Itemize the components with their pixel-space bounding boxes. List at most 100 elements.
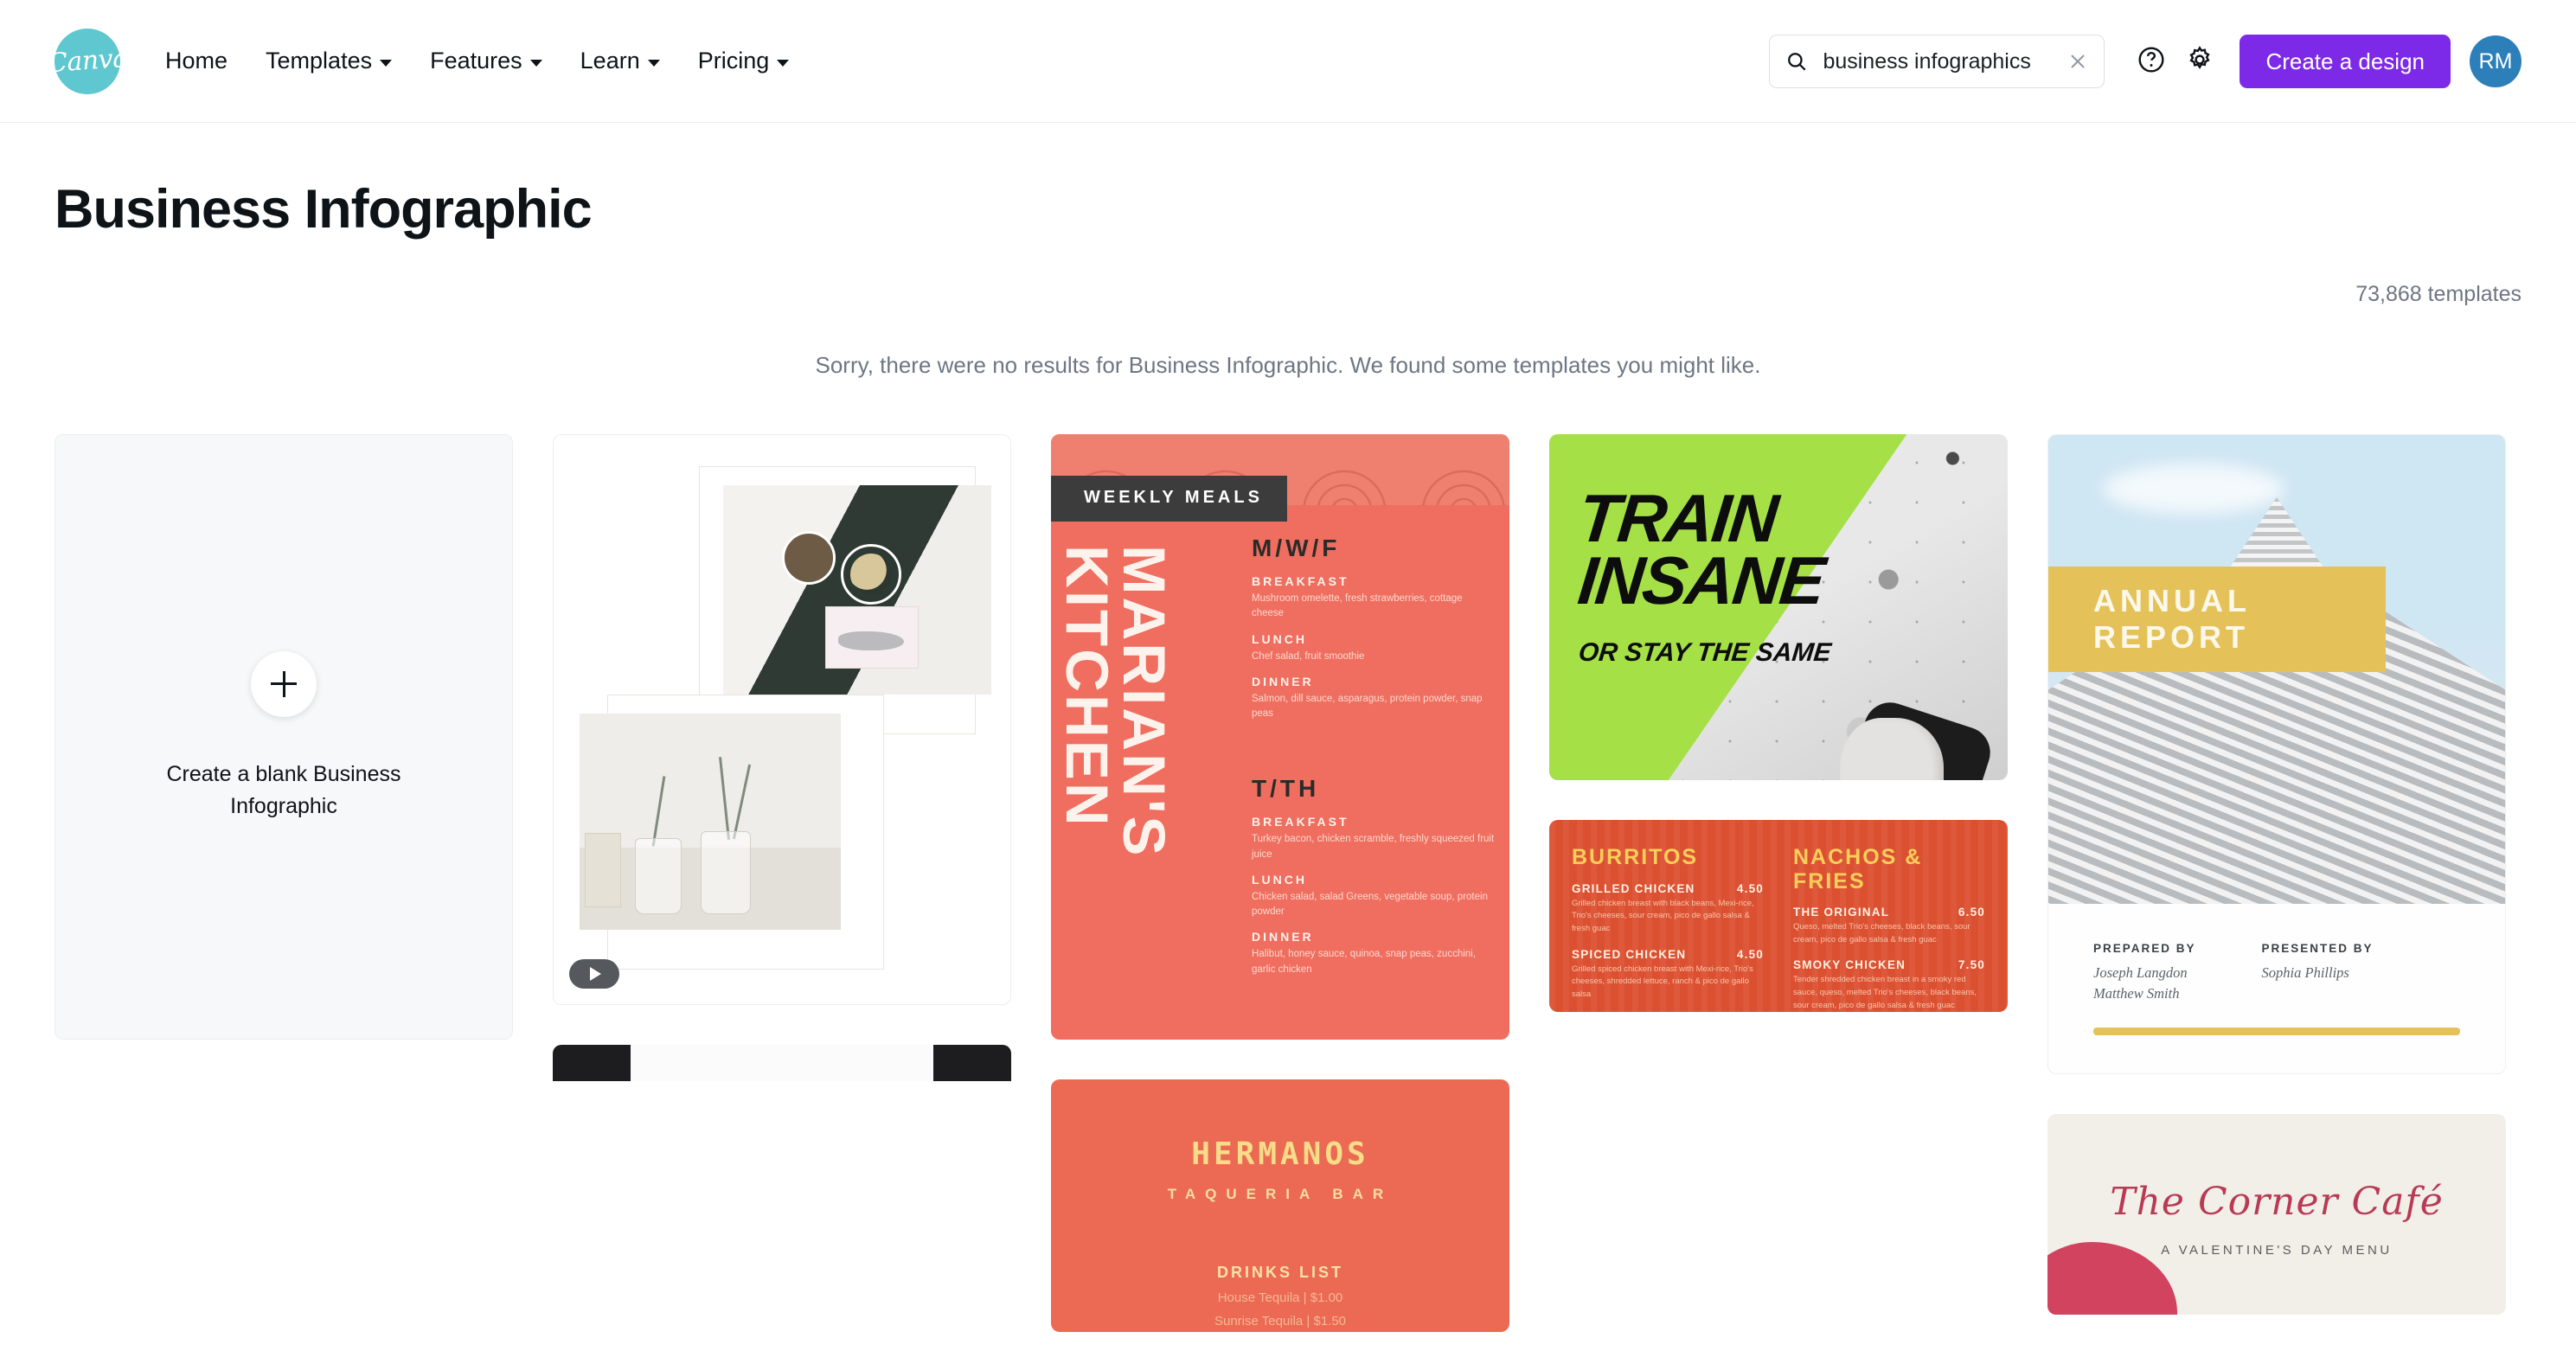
gear-icon — [2185, 45, 2214, 79]
help-button[interactable] — [2127, 37, 2176, 86]
meal-day-label: T/TH — [1252, 775, 1320, 803]
collage-photo-vases — [580, 714, 841, 930]
train-insane-headline: TRAIN INSANE OR STAY THE SAME — [1574, 480, 1832, 668]
search-box[interactable]: business infographics — [1769, 35, 2105, 88]
prepared-by-label: PREPARED BY — [2093, 942, 2196, 955]
no-results-message: Sorry, there were no results for Busines… — [815, 352, 1761, 378]
meal-day-label: M/W/F — [1252, 535, 1341, 561]
template-card-corner-cafe[interactable]: The Corner Café A VALENTINE'S DAY MENU — [2047, 1114, 2506, 1315]
corner-cafe-title: The Corner Café — [2110, 1180, 2444, 1224]
meal-course-label: LUNCH — [1252, 631, 1307, 646]
menu-heading: BURRITOS — [1572, 845, 1699, 869]
weekly-meals-schedule: M/W/F BREAKFAST Mushroom omelette, fresh… — [1252, 535, 1496, 977]
photo-cloud — [2103, 463, 2285, 514]
template-card-annual-report[interactable]: ANNUAL REPORT PREPARED BY Joseph Langdon… — [2047, 434, 2506, 1074]
chevron-down-icon — [647, 59, 660, 67]
meal-course-desc: Salmon, dill sauce, asparagus, protein p… — [1252, 693, 1483, 719]
weekly-meals-brand: MARIAN'S KITCHEN — [1053, 545, 1177, 859]
photo-book — [585, 833, 621, 907]
menu-columns: BURRITOS GRILLED CHICKEN 4.50 Grilled ch… — [1572, 845, 1985, 1012]
menu-item-desc: Grilled spiced chicken breast with Mexi-… — [1572, 964, 1753, 1000]
headline-line-1: TRAIN — [1574, 480, 1781, 556]
template-card-hermanos[interactable]: HERMANOS TAQUERIA BAR DRINKS LIST House … — [1051, 1079, 1509, 1332]
nav-item-label: Templates — [266, 48, 373, 74]
menu-item-row: SPICED CHICKEN 4.50 — [1572, 948, 1764, 961]
photo-stem — [718, 757, 731, 840]
page-body: Business Infographic 73,868 templates So… — [0, 178, 2576, 1332]
photo-note-card — [824, 606, 919, 669]
create-blank-label: Create a blank Business Infographic — [166, 761, 401, 819]
close-icon[interactable] — [2067, 51, 2088, 72]
nav-item-features[interactable]: Features — [411, 39, 561, 83]
template-card-moodboard[interactable] — [553, 434, 1011, 1005]
prepared-by-block: PREPARED BY Joseph Langdon Matthew Smith — [2093, 942, 2196, 1004]
hermanos-title: HERMANOS — [1191, 1137, 1369, 1172]
meal-course-desc: Mushroom omelette, fresh strawberries, c… — [1252, 593, 1463, 619]
meal-course-label: DINNER — [1252, 674, 1314, 688]
nav-item-pricing[interactable]: Pricing — [679, 39, 809, 83]
main-nav: Home Templates Features Learn Pricing — [146, 39, 808, 83]
headline-line-2: INSANE — [1574, 541, 1828, 618]
photo-jar — [701, 831, 751, 914]
menu-item-name: SMOKY CHICKEN — [1793, 958, 1906, 972]
nav-item-label: Learn — [580, 48, 640, 74]
page-title: Business Infographic — [54, 179, 593, 240]
template-count: 73,868 templates — [2355, 282, 2522, 306]
annual-report-banner: ANNUAL REPORT — [2048, 567, 2386, 672]
menu-heading: NACHOS & FRIES — [1793, 845, 1923, 893]
canva-logo-text: Canva — [46, 42, 129, 80]
avatar[interactable]: RM — [2470, 35, 2522, 87]
meal-course-label: BREAKFAST — [1252, 815, 1349, 829]
chevron-down-icon — [529, 59, 542, 67]
annual-report-footer: PREPARED BY Joseph Langdon Matthew Smith… — [2048, 904, 2505, 1073]
hermanos-drink-item: House Tequila | $1.00 — [1217, 1290, 1343, 1305]
menu-item-row: GRILLED CHICKEN 4.50 — [1572, 882, 1764, 895]
search-input[interactable]: business infographics — [1823, 49, 2067, 74]
meal-course-label: LUNCH — [1252, 872, 1307, 887]
template-card-mexican-menu[interactable]: BURRITOS GRILLED CHICKEN 4.50 Grilled ch… — [1549, 820, 2008, 1012]
chevron-down-icon — [380, 59, 393, 67]
create-a-design-button[interactable]: Create a design — [2240, 35, 2451, 88]
dark-card-notch — [631, 1045, 933, 1081]
menu-item-desc: Queso, melted Trio's cheeses, black bean… — [1793, 922, 1970, 944]
photo-stem — [651, 776, 666, 847]
settings-button[interactable] — [2176, 37, 2224, 86]
photo-stem — [732, 764, 752, 840]
photo-jar — [635, 838, 682, 914]
nav-item-learn[interactable]: Learn — [561, 39, 679, 83]
meal-course-desc: Halibut, honey sauce, quinoa, snap peas,… — [1252, 949, 1476, 975]
play-icon — [590, 967, 601, 981]
question-circle-icon — [2137, 45, 2166, 79]
canva-logo[interactable]: Canva — [47, 28, 128, 94]
meal-course-label: DINNER — [1252, 930, 1314, 944]
photo-bowl — [841, 543, 902, 605]
prepared-by-names: Joseph Langdon Matthew Smith — [2093, 964, 2188, 1002]
app-header: Canva Home Templates Features Learn Pric… — [0, 0, 2576, 123]
menu-item-price: 4.50 — [1736, 947, 1764, 961]
annual-title-line-2: REPORT — [2093, 619, 2250, 655]
create-blank-card[interactable]: Create a blank Business Infographic — [54, 434, 513, 1040]
nav-item-home[interactable]: Home — [146, 39, 247, 83]
grid-column-4: TRAIN INSANE OR STAY THE SAME BURRITOS G… — [1549, 434, 2008, 1012]
footer-rule — [2093, 1028, 2460, 1035]
template-card-weekly-meals[interactable]: WEEKLY MEALS MARIAN'S KITCHEN M/W/F BREA… — [1051, 434, 1509, 1040]
chevron-down-icon — [777, 59, 790, 67]
play-badge[interactable] — [569, 959, 619, 989]
template-card-train-insane[interactable]: TRAIN INSANE OR STAY THE SAME — [1549, 434, 2008, 780]
template-card-dark-partial[interactable] — [553, 1045, 1011, 1081]
menu-item-desc: Grilled chicken breast with black beans,… — [1572, 898, 1754, 933]
meal-course-desc: Chicken salad, salad Greens, vegetable s… — [1252, 891, 1488, 917]
nav-item-templates[interactable]: Templates — [247, 39, 411, 83]
nav-item-label: Pricing — [697, 48, 770, 74]
meal-course-desc: Turkey bacon, chicken scramble, freshly … — [1252, 834, 1495, 860]
meal-course-label: BREAKFAST — [1252, 574, 1349, 588]
menu-item-row: THE ORIGINAL 6.50 — [1793, 906, 1985, 919]
grid-column-3: WEEKLY MEALS MARIAN'S KITCHEN M/W/F BREA… — [1051, 434, 1509, 1332]
menu-item-row: SMOKY CHICKEN 7.50 — [1793, 958, 1985, 971]
search-icon — [1785, 50, 1808, 73]
hermanos-section-title: DRINKS LIST — [1216, 1264, 1343, 1281]
annual-title-line-1: ANNUAL — [2093, 582, 2251, 618]
presented-by-names: Sophia Phillips — [2261, 964, 2349, 981]
plus-icon — [251, 650, 317, 717]
menu-item-name: THE ORIGINAL — [1793, 906, 1890, 919]
